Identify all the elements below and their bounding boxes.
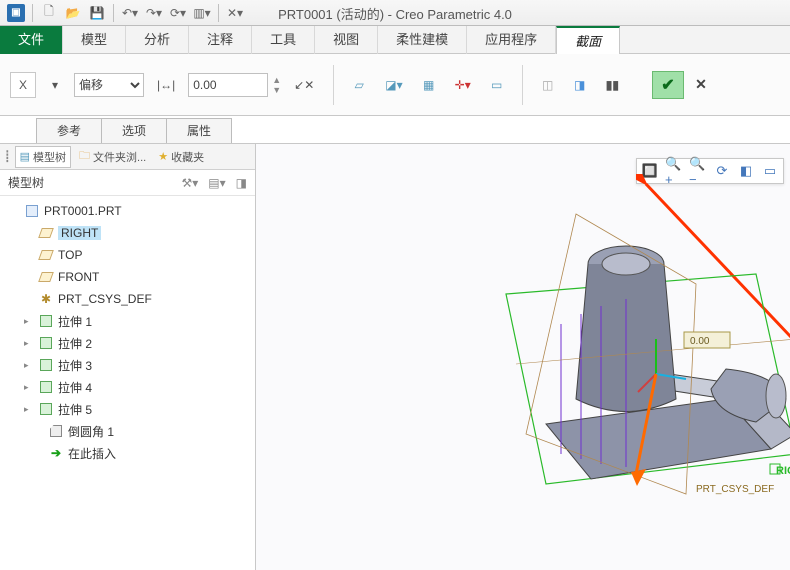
tree-tool-settings-icon[interactable]: ⚒▾ [182, 176, 199, 190]
tree-layout-icon[interactable]: ┋ [4, 150, 11, 163]
window-title: PRT0001 (活动的) - Creo Parametric 4.0 [278, 4, 512, 23]
ribbon-tabs: 文件 模型 分析 注释 工具 视图 柔性建模 应用程序 截面 [0, 26, 790, 54]
window-icon[interactable]: ▭ [484, 72, 510, 98]
tree-plane-front[interactable]: FRONT [6, 266, 255, 288]
tree-chamfer[interactable]: 倒圆角 1 [6, 420, 255, 442]
x-toggle[interactable]: X [10, 72, 36, 98]
tree-root[interactable]: PRT0001.PRT [6, 200, 255, 222]
windows-icon[interactable]: ▥▾ [193, 4, 211, 22]
save-icon[interactable]: 💾 [88, 4, 106, 22]
tab-flex[interactable]: 柔性建模 [378, 26, 467, 54]
tab-file[interactable]: 文件 [0, 26, 63, 54]
tree-heading: 模型树 [8, 174, 44, 191]
tree-feature[interactable]: ▸拉伸 5 [6, 398, 255, 420]
tab-tools[interactable]: 工具 [252, 26, 315, 54]
hatch-icon[interactable]: ◪▾ [378, 72, 409, 98]
tab-view[interactable]: 视图 [315, 26, 378, 54]
redo-icon[interactable]: ↷▾ [145, 4, 163, 22]
close-icon[interactable]: ✕▾ [226, 4, 244, 22]
tree-insert-here[interactable]: 在此插入 [6, 442, 255, 464]
model-render: 0.00 PRT_CSYS_DEF RIGHT [376, 174, 790, 554]
offset-value-input[interactable]: 0.00 [188, 73, 268, 97]
tab-apps[interactable]: 应用程序 [467, 26, 556, 54]
sidebar: ┋ ▤模型树 🗀文件夹浏... ★收藏夹 模型树 ⚒▾ ▤▾ ◨ PRT0001… [0, 144, 256, 570]
tab-analysis[interactable]: 分析 [126, 26, 189, 54]
plane-display-icon[interactable]: ▱ [346, 72, 372, 98]
sidebar-tab-folder[interactable]: 🗀文件夹浏... [75, 145, 150, 168]
tree-feature[interactable]: ▸拉伸 4 [6, 376, 255, 398]
tree-feature[interactable]: ▸拉伸 1 [6, 310, 255, 332]
subtab-props[interactable]: 属性 [166, 118, 232, 143]
subtab-ref[interactable]: 参考 [36, 118, 102, 143]
svg-text:PRT_CSYS_DEF: PRT_CSYS_DEF [696, 484, 774, 495]
tab-annotate[interactable]: 注释 [189, 26, 252, 54]
csys-display-icon[interactable]: ✛▾ [448, 72, 478, 98]
svg-text:0.00: 0.00 [690, 336, 710, 347]
grid-icon[interactable]: ▦ [416, 72, 442, 98]
tree-plane-right[interactable]: RIGHT [6, 222, 255, 244]
model-tree: PRT0001.PRT RIGHT TOP FRONT PRT_CSYS_DEF… [0, 196, 255, 570]
regen-icon[interactable]: ⟳▾ [169, 4, 187, 22]
tree-feature[interactable]: ▸拉伸 3 [6, 354, 255, 376]
viewport-3d[interactable]: 🔲 🔍+ 🔍− ⟳ ◧ ▭ [256, 144, 790, 570]
dashboard-subtabs: 参考 选项 属性 [0, 116, 790, 144]
app-logo-icon: ▣ [7, 4, 25, 22]
accept-button[interactable]: ✔ [652, 71, 684, 99]
tree-plane-top[interactable]: TOP [6, 244, 255, 266]
svg-text:RIGHT: RIGHT [776, 465, 790, 477]
dimension-icon[interactable]: |↔| [150, 72, 182, 98]
offset-type-select[interactable]: 偏移 [74, 73, 144, 97]
tree-tool-show-icon[interactable]: ◨ [236, 176, 247, 190]
cancel-button[interactable]: ✕ [690, 74, 712, 96]
tree-feature[interactable]: ▸拉伸 2 [6, 332, 255, 354]
ribbon-content: X ▾ 偏移 |↔| 0.00 ▲▼ ↙︎✕ ▱ ◪▾ ▦ ✛▾ ▭ ◫ ◨ ▮… [0, 54, 790, 116]
tree-tool-filter-icon[interactable]: ▤▾ [208, 176, 225, 190]
subtab-options[interactable]: 选项 [101, 118, 167, 143]
pause-icon[interactable]: ▮▮ [599, 72, 626, 98]
flip-icon[interactable]: ↙︎✕ [287, 72, 321, 98]
open-icon[interactable]: 📂 [64, 4, 82, 22]
preview-off-icon[interactable]: ◫ [535, 72, 561, 98]
tree-csys[interactable]: PRT_CSYS_DEF [6, 288, 255, 310]
tab-section[interactable]: 截面 [556, 26, 620, 54]
tab-model[interactable]: 模型 [63, 26, 126, 54]
dropdown-small-icon[interactable]: ▾ [42, 72, 68, 98]
sidebar-tab-model-tree[interactable]: ▤模型树 [15, 146, 71, 168]
sidebar-tab-fav[interactable]: ★收藏夹 [154, 147, 208, 167]
preview-on-icon[interactable]: ◨ [567, 72, 593, 98]
undo-icon[interactable]: ↶▾ [121, 4, 139, 22]
new-icon[interactable]: 🗋 [40, 4, 58, 22]
